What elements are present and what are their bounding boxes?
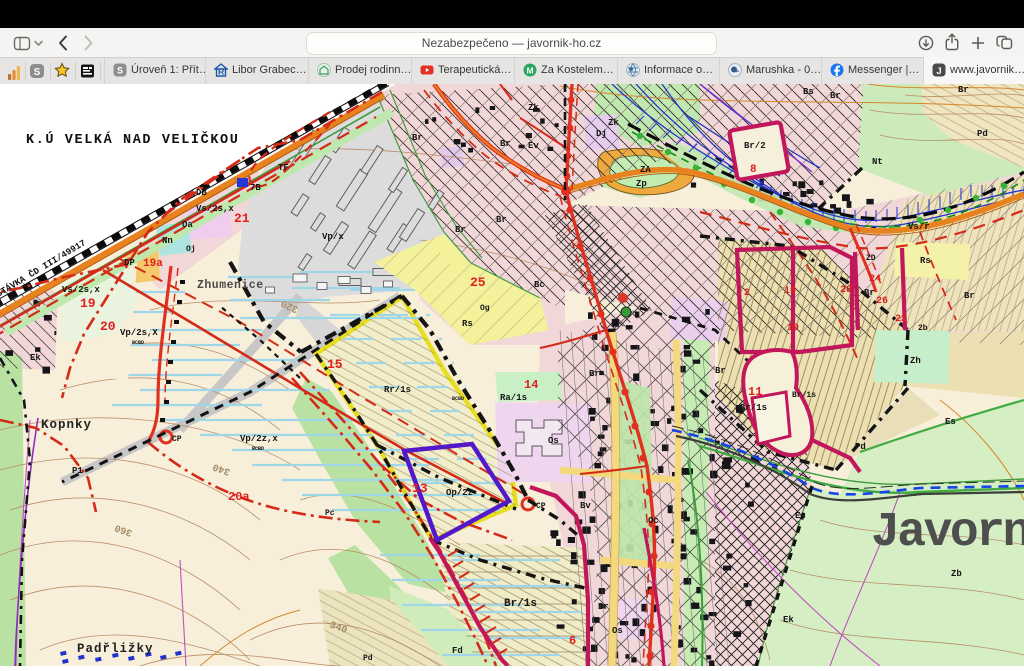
svg-text:Zk: Zk (608, 118, 619, 128)
svg-text:Vs/2s,x: Vs/2s,x (62, 285, 100, 295)
svg-text:Br: Br (412, 133, 423, 143)
svg-text:16: 16 (784, 286, 796, 297)
svg-text:Br: Br (589, 369, 600, 379)
svg-text:Br: Br (958, 85, 969, 95)
svg-text:Zk: Zk (528, 103, 539, 113)
svg-text:S: S (117, 66, 123, 76)
svg-text:Br: Br (830, 91, 841, 101)
svg-text:TF: TF (278, 163, 289, 173)
svg-text:11: 11 (748, 385, 762, 399)
svg-text:22: 22 (895, 314, 907, 325)
svg-text:2b: 2b (918, 324, 928, 333)
svg-text:Pc: Pc (325, 509, 335, 518)
svg-text:Br: Br (964, 291, 975, 301)
svg-text:Pd: Pd (363, 654, 373, 663)
svg-text:10: 10 (787, 323, 799, 334)
svg-text:Os: Os (548, 436, 559, 446)
svg-text:Rs: Rs (920, 256, 931, 266)
svg-text:Zb: Zb (951, 569, 962, 579)
svg-text:BCBD: BCBD (132, 340, 144, 346)
svg-text:Vs/r: Vs/r (908, 222, 930, 232)
svg-text:20a: 20a (228, 490, 250, 504)
svg-text:26: 26 (876, 296, 888, 307)
svg-text:Br: Br (864, 288, 875, 298)
svg-text:21: 21 (234, 211, 250, 226)
svg-text:Br: Br (496, 215, 507, 225)
svg-text:Es: Es (945, 417, 956, 427)
svg-text:ZA: ZA (640, 165, 651, 175)
svg-text:Og: Og (480, 304, 490, 313)
svg-text:M: M (526, 66, 533, 76)
svg-text:Rs: Rs (462, 319, 473, 329)
svg-text:Zhumenice: Zhumenice (197, 279, 264, 292)
svg-text:6: 6 (569, 634, 576, 648)
svg-text:DP: DP (124, 258, 135, 268)
svg-text:Padřližky: Padřližky (77, 642, 154, 656)
svg-text:Br: Br (455, 225, 466, 235)
svg-text:Fd: Fd (452, 646, 463, 656)
svg-text:19a: 19a (143, 258, 163, 270)
svg-text:Es: Es (795, 511, 806, 521)
svg-text:7B: 7B (250, 183, 261, 193)
svg-text:Br/1s: Br/1s (740, 403, 767, 413)
svg-text:K.Ú VELKÁ NAD VELIČKOU: K.Ú VELKÁ NAD VELIČKOU (26, 132, 239, 148)
svg-text:Oc: Oc (648, 516, 659, 526)
svg-text:14: 14 (524, 378, 538, 392)
svg-text:Kopnky: Kopnky (41, 418, 92, 432)
svg-text:CP: CP (172, 435, 182, 444)
svg-text:25: 25 (470, 275, 486, 290)
svg-text:Vp/x: Vp/x (322, 232, 344, 242)
svg-text:ZD: ZD (866, 254, 876, 263)
svg-text:Op/2z: Op/2z (446, 488, 473, 498)
svg-text:Dj: Dj (596, 129, 607, 139)
svg-text:15: 15 (327, 357, 343, 372)
svg-text:CP: CP (536, 502, 546, 511)
svg-text:Ra/1s: Ra/1s (500, 393, 527, 403)
svg-text:Zh: Zh (910, 356, 921, 366)
svg-text:Ek: Ek (783, 615, 794, 625)
svg-text:Rr/1s: Rr/1s (384, 385, 411, 395)
svg-text:R: R (218, 67, 224, 77)
svg-text:Vs/2s,x: Vs/2s,x (196, 204, 234, 214)
svg-text:P1: P1 (72, 466, 83, 476)
svg-text:Br/1s: Br/1s (792, 391, 816, 400)
svg-text:Javorník: Javorník (871, 506, 1024, 560)
svg-text:BCBD: BCBD (252, 446, 264, 452)
svg-text:Vp/2s,X: Vp/2s,X (120, 328, 158, 338)
svg-text:19: 19 (80, 296, 96, 311)
svg-text:Pd: Pd (977, 129, 988, 139)
svg-text:2: 2 (744, 288, 750, 299)
svg-text:Bs: Bs (803, 87, 814, 97)
svg-text:Br: Br (598, 602, 609, 612)
svg-text:28: 28 (840, 285, 852, 296)
svg-text:Br/1s: Br/1s (504, 598, 537, 610)
svg-text:8: 8 (750, 164, 757, 176)
svg-text:Ek: Ek (30, 353, 41, 363)
svg-text:24: 24 (869, 274, 881, 285)
svg-text:Vp/2z,x: Vp/2z,x (240, 434, 278, 444)
svg-text:DB: DB (196, 188, 207, 198)
svg-text:20: 20 (100, 319, 116, 334)
svg-text:Oa: Oa (182, 220, 193, 230)
svg-text:Bc: Bc (534, 280, 545, 290)
svg-text:Zp: Zp (636, 179, 647, 189)
svg-text:Bv: Bv (580, 501, 591, 511)
svg-text:J: J (936, 66, 941, 77)
svg-text:Pd: Pd (855, 442, 866, 452)
svg-text:Oj: Oj (186, 245, 196, 254)
svg-text:Nn: Nn (162, 236, 173, 246)
svg-text:Nt: Nt (872, 157, 883, 167)
svg-text:13: 13 (412, 481, 428, 496)
svg-text:Br: Br (715, 366, 726, 376)
svg-text:BCBD: BCBD (452, 396, 464, 402)
svg-text:Br: Br (500, 139, 511, 149)
svg-text:Br/2: Br/2 (744, 141, 766, 151)
svg-text:Ev: Ev (528, 141, 539, 151)
svg-text:Os: Os (612, 626, 623, 636)
svg-text:S: S (34, 67, 41, 78)
